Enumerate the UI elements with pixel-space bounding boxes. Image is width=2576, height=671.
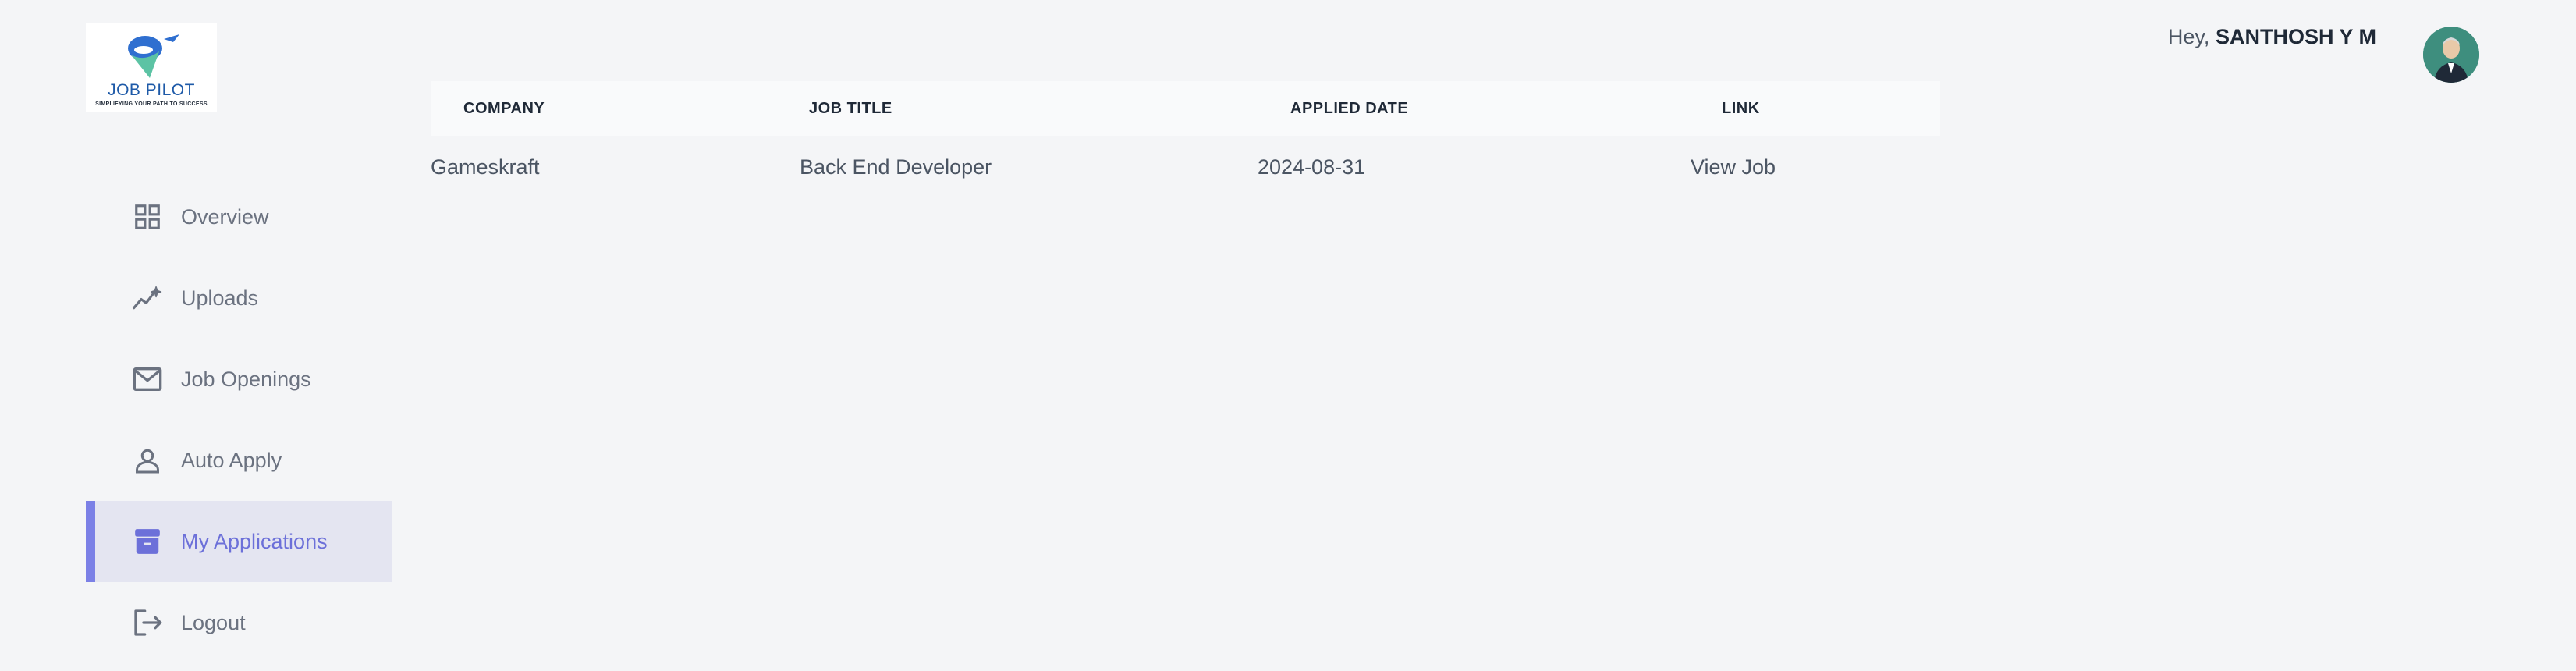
sidebar-item-uploads[interactable]: Uploads (86, 257, 392, 339)
column-header-job-title: JOB TITLE (809, 99, 892, 117)
applications-table: COMPANY JOB TITLE APPLIED DATE LINK Game… (431, 81, 1940, 198)
view-job-link[interactable]: View Job (1691, 155, 1940, 179)
paper-plane-logo-icon (128, 34, 179, 78)
sidebar-item-job-openings[interactable]: Job Openings (86, 339, 392, 420)
column-header-link: LINK (1722, 99, 1760, 117)
cell-company: Gameskraft (431, 154, 540, 179)
cell-applied-date: 2024-08-31 (1258, 154, 1366, 179)
sidebar-item-overview[interactable]: Overview (86, 176, 392, 257)
mail-icon (131, 363, 164, 396)
sidebar-item-label: Overview (181, 204, 269, 229)
brand-tagline: SIMPLIFYING YOUR PATH TO SUCCESS (95, 101, 208, 107)
archive-icon (131, 525, 164, 558)
column-header-applied-date: APPLIED DATE (1290, 99, 1409, 117)
brand-name: JOB PILOT (108, 81, 195, 99)
grid-icon (131, 201, 164, 233)
user-icon (131, 444, 164, 477)
sidebar-item-logout[interactable]: Logout (86, 582, 392, 663)
sparkle-chart-icon (131, 282, 164, 314)
table-header: COMPANY JOB TITLE APPLIED DATE LINK (431, 81, 1940, 136)
logout-icon (131, 606, 164, 639)
sidebar-item-auto-apply[interactable]: Auto Apply (86, 420, 392, 501)
user-name: SANTHOSH Y M (2215, 25, 2376, 48)
user-greeting: Hey, SANTHOSH Y M (2168, 25, 2376, 49)
sidebar-item-label: My Applications (181, 529, 328, 553)
greeting-text: Hey, (2167, 25, 2210, 48)
sidebar-item-label: Uploads (181, 286, 259, 310)
sidebar: Overview Uploads Job Openings Auto Apply (86, 176, 392, 663)
sidebar-item-label: Logout (181, 610, 246, 634)
table-row: Gameskraft Back End Developer 2024-08-31… (431, 136, 1940, 198)
sidebar-item-label: Job Openings (181, 367, 311, 391)
avatar[interactable] (2423, 27, 2479, 83)
sidebar-item-my-applications[interactable]: My Applications (86, 501, 392, 582)
sidebar-item-label: Auto Apply (181, 448, 282, 472)
app-logo: JOB PILOT SIMPLIFYING YOUR PATH TO SUCCE… (86, 23, 217, 112)
column-header-company: COMPANY (463, 99, 545, 117)
cell-job-title: Back End Developer (800, 154, 992, 179)
